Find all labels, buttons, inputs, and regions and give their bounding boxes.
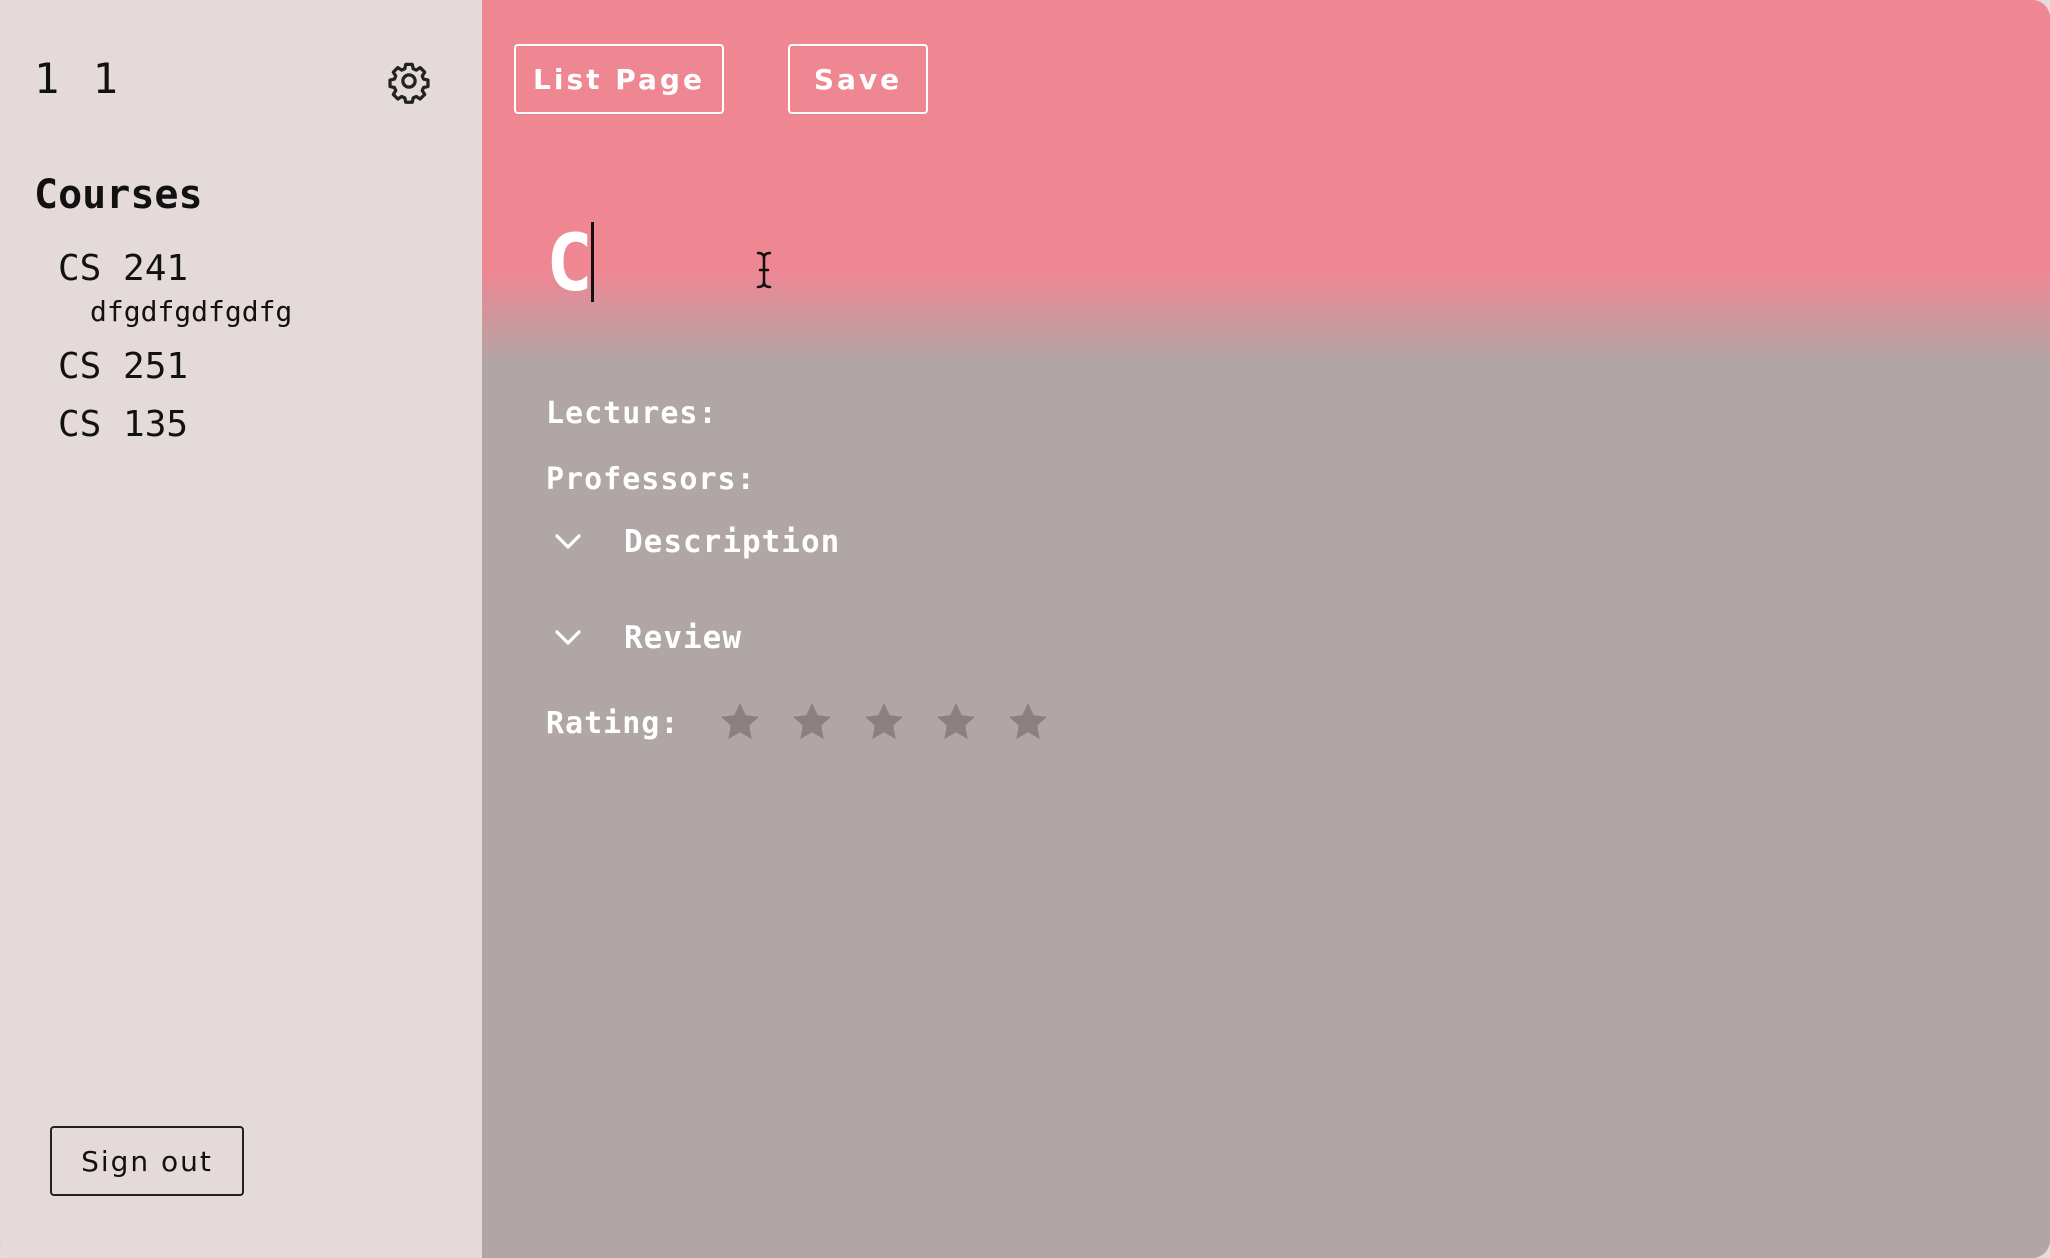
- gear-icon[interactable]: [386, 58, 432, 104]
- course-item[interactable]: CS 135: [58, 396, 292, 454]
- course-title-input[interactable]: [546, 214, 1446, 314]
- review-toggle[interactable]: Review: [554, 620, 742, 656]
- review-label: Review: [624, 620, 742, 656]
- star-icon[interactable]: [860, 698, 908, 746]
- user-name: 1 1: [34, 54, 122, 103]
- course-header: List Page Save: [482, 0, 2050, 366]
- star-icon[interactable]: [1004, 698, 1052, 746]
- rating-label: Rating:: [546, 706, 680, 741]
- sign-out-button[interactable]: Sign out: [50, 1126, 244, 1196]
- course-list: CS 241 dfgdfgdfgdfg CS 251 CS 135: [58, 240, 292, 454]
- professors-label: Professors:: [546, 462, 756, 497]
- text-cursor-icon: [756, 251, 772, 289]
- save-button[interactable]: Save: [788, 44, 928, 114]
- app-window: 1 1 Courses CS 241 dfgdfgdfgdfg CS 251 C…: [0, 0, 2050, 1258]
- courses-heading: Courses: [34, 172, 203, 218]
- course-item[interactable]: CS 251: [58, 338, 292, 396]
- chevron-down-icon: [555, 630, 581, 645]
- lectures-label: Lectures:: [546, 396, 718, 431]
- star-icon[interactable]: [716, 698, 764, 746]
- description-label: Description: [624, 524, 841, 560]
- text-caret: [591, 222, 594, 302]
- rating-stars: [716, 698, 1076, 746]
- description-toggle[interactable]: Description: [554, 524, 840, 560]
- sidebar: 1 1 Courses CS 241 dfgdfgdfgdfg CS 251 C…: [0, 0, 482, 1258]
- chevron-down-icon: [555, 534, 581, 549]
- star-icon[interactable]: [932, 698, 980, 746]
- main-panel: List Page Save Lectures: Professors: Des…: [482, 0, 2050, 1258]
- star-icon[interactable]: [788, 698, 836, 746]
- course-subitem[interactable]: dfgdfgdfgdfg: [58, 290, 292, 334]
- list-page-button[interactable]: List Page: [514, 44, 724, 114]
